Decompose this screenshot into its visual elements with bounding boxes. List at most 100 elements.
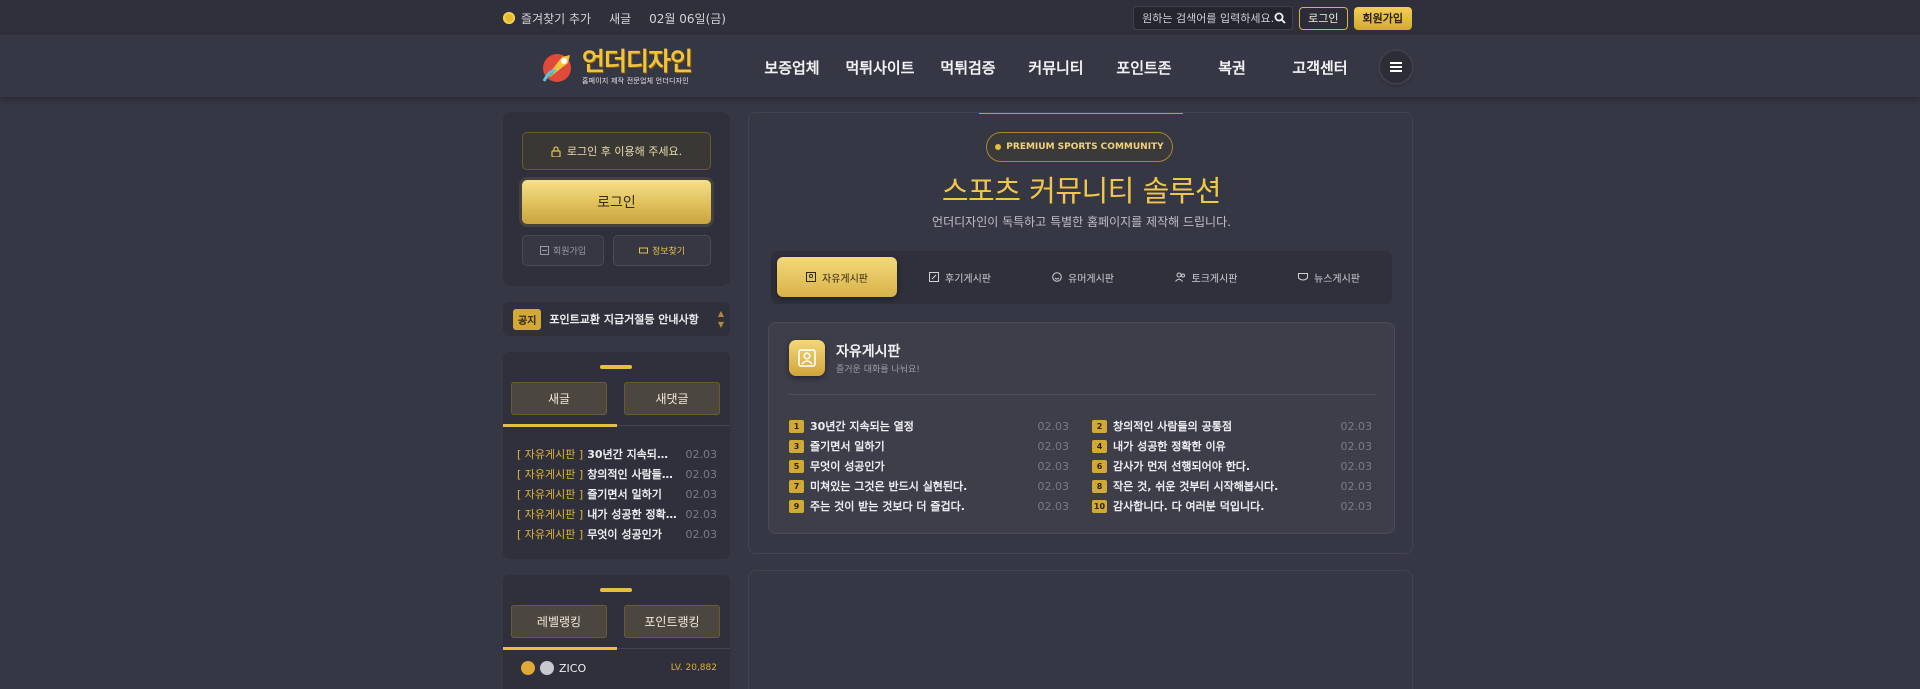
top-bar-right: 원하는 검색어를 입력하세요. 로그인 회원가입 [1133, 0, 1412, 36]
list-item[interactable]: [ 자유게시판 ] 즐기면서 일하기 02.03 [517, 484, 717, 504]
lock-icon [551, 145, 561, 157]
post-rank-badge: 5 [789, 459, 804, 473]
join-button-label: 회원가입 [552, 247, 587, 257]
arrow-up-icon[interactable]: ▲ [718, 308, 724, 319]
search-icon[interactable] [1274, 12, 1286, 24]
top-bar-left: 즐겨찾기 추가 새글 02월 06일(금) [503, 0, 726, 36]
list-item[interactable]: [ 자유게시판 ] 창의적인 사람들의 공통점 02.03 [517, 464, 717, 484]
rocket-logo-icon [540, 49, 576, 85]
list-item[interactable]: 4 내가 성공한 정확한 이유 02.03 [1092, 436, 1372, 456]
main-header: 언더디자인 홈페이지 제작 전문업체 언더디자인 보증업체 먹튀사이트 먹튀검증… [0, 36, 1920, 98]
rank-user-level: LV. 20,882 [670, 663, 717, 673]
post-title: 내가 성공한 정확한 이유 [587, 508, 677, 521]
tab-new-posts[interactable]: 새글 [511, 382, 607, 415]
favorite-link[interactable]: 즐겨찾기 추가 [503, 10, 591, 27]
smile-icon [1052, 272, 1062, 282]
list-item[interactable]: 2 창의적인 사람들의 공통점 02.03 [1092, 416, 1372, 436]
post-date: 02.03 [1037, 419, 1070, 433]
nav-item-scam-verify[interactable]: 먹튀검증 [924, 57, 1012, 78]
nav-item-point-zone[interactable]: 포인트존 [1100, 57, 1188, 78]
notice-tag: 공지 [513, 308, 542, 330]
post-date: 02.03 [1037, 499, 1070, 513]
post-rank-badge: 9 [789, 499, 804, 513]
list-item[interactable]: 7 미쳐있는 그것은 반드시 실현된다. 02.03 [789, 476, 1069, 496]
find-info-button[interactable]: 정보찾기 [613, 235, 711, 266]
tab-humor-board[interactable]: 유머게시판 [1023, 257, 1143, 297]
post-title: 주는 것이 받는 것보다 더 즐겁다. [810, 500, 965, 513]
post-title: 감사합니다. 다 여러분 덕입니다. [1113, 500, 1265, 513]
premium-badge: PREMIUM SPORTS COMMUNITY [986, 132, 1173, 162]
post-date: 02.03 [1340, 419, 1373, 433]
list-item[interactable]: 1 30년간 지속되는 열정 02.03 [789, 416, 1069, 436]
top-accent-line [979, 113, 1183, 114]
active-tab-indicator [503, 424, 617, 427]
login-button[interactable]: 로그인 [522, 180, 711, 224]
users-icon [1174, 272, 1185, 282]
panel-handle [600, 588, 632, 592]
list-item[interactable]: 8 작은 것, 쉬운 것부터 시작해봅시다. 02.03 [1092, 476, 1372, 496]
list-item[interactable]: 6 감사가 먼저 선행되어야 한다. 02.03 [1092, 456, 1372, 476]
list-item[interactable]: 10 감사합니다. 다 여러분 덕입니다. 02.03 [1092, 496, 1372, 516]
tab-label: 후기게시판 [945, 273, 991, 285]
post-title: 미쳐있는 그것은 반드시 실현된다. [810, 480, 968, 493]
post-date: 02.03 [685, 527, 718, 541]
post-title: 창의적인 사람들의 공통점 [587, 468, 677, 481]
post-title: 감사가 먼저 선행되어야 한다. [1113, 460, 1251, 473]
join-button[interactable]: 회원가입 [522, 235, 604, 266]
nav-item-customer-center[interactable]: 고객센터 [1276, 57, 1364, 78]
favorite-label: 즐겨찾기 추가 [521, 11, 592, 26]
find-info-button-label: 정보찾기 [651, 247, 686, 257]
top-join-button[interactable]: 회원가입 [1353, 6, 1412, 30]
post-category: [ 자유게시판 ] [517, 468, 584, 481]
search-input[interactable]: 원하는 검색어를 입력하세요. [1133, 6, 1294, 30]
tab-level-ranking[interactable]: 레벨랭킹 [511, 605, 607, 638]
list-item[interactable]: [ 자유게시판 ] 무엇이 성공인가 02.03 [517, 524, 717, 544]
logo-text: 언더디자인 홈페이지 제작 전문업체 언더디자인 [582, 48, 693, 86]
search-placeholder: 원하는 검색어를 입력하세요. [1142, 12, 1275, 25]
ranking-row[interactable]: ZICO LV. 20,882 [521, 661, 717, 675]
board-title[interactable]: 자유게시판 [836, 341, 900, 361]
tab-divider [617, 425, 730, 426]
tab-new-comments[interactable]: 새댓글 [624, 382, 720, 415]
post-title: 창의적인 사람들의 공통점 [1113, 420, 1232, 433]
arrow-down-icon[interactable]: ▼ [718, 319, 724, 330]
post-date: 02.03 [1037, 459, 1070, 473]
site-logo[interactable]: 언더디자인 홈페이지 제작 전문업체 언더디자인 [540, 47, 693, 87]
post-title: 30년간 지속되는 열정 [587, 448, 677, 461]
new-posts-link[interactable]: 새글 [609, 10, 631, 27]
list-item[interactable]: 5 무엇이 성공인가 02.03 [789, 456, 1069, 476]
list-item[interactable]: [ 자유게시판 ] 30년간 지속되는 열정 02.03 [517, 444, 717, 464]
hamburger-icon [1390, 62, 1402, 72]
top-login-button[interactable]: 로그인 [1299, 6, 1348, 30]
tab-point-ranking[interactable]: 포인트랭킹 [624, 605, 720, 638]
post-date: 02.03 [1340, 499, 1373, 513]
tab-free-board[interactable]: 자유게시판 [777, 257, 897, 297]
post-title: 무엇이 성공인가 [587, 528, 662, 541]
nav-item-community[interactable]: 커뮤니티 [1012, 57, 1100, 78]
premium-badge-label: PREMIUM SPORTS COMMUNITY [1006, 142, 1164, 152]
post-rank-badge: 6 [1092, 459, 1107, 473]
notice-text[interactable]: 포인트교환 지급거절등 안내사항 [549, 311, 699, 327]
notice-bar[interactable]: 공지 포인트교환 지급거절등 안내사항 ▲ ▼ [503, 302, 730, 336]
post-rank-badge: 1 [789, 419, 804, 433]
post-date: 02.03 [685, 467, 718, 481]
list-item[interactable]: [ 자유게시판 ] 내가 성공한 정확한 이유 02.03 [517, 504, 717, 524]
hamburger-menu-button[interactable] [1380, 51, 1412, 83]
panel-handle [600, 365, 632, 369]
nav-item-guarantee[interactable]: 보증업체 [748, 57, 836, 78]
list-item[interactable]: 3 즐기면서 일하기 02.03 [789, 436, 1069, 456]
post-rank-badge: 10 [1092, 499, 1107, 513]
medal-icon [521, 661, 535, 675]
post-date: 02.03 [1340, 439, 1373, 453]
nav-item-scam-sites[interactable]: 먹튀사이트 [836, 57, 924, 78]
nav-item-lottery[interactable]: 복권 [1188, 57, 1276, 78]
post-title: 30년간 지속되는 열정 [810, 420, 914, 433]
user-square-icon [806, 272, 816, 282]
post-title: 무엇이 성공인가 [810, 460, 885, 473]
post-rank-badge: 7 [789, 479, 804, 493]
tab-news-board[interactable]: 뉴스게시판 [1269, 257, 1389, 297]
tab-review-board[interactable]: 후기게시판 [900, 257, 1020, 297]
tab-talk-board[interactable]: 토크게시판 [1146, 257, 1266, 297]
list-item[interactable]: 9 주는 것이 받는 것보다 더 즐겁다. 02.03 [789, 496, 1069, 516]
board-subtitle: 즐거운 대화를 나눠요! [836, 365, 920, 375]
